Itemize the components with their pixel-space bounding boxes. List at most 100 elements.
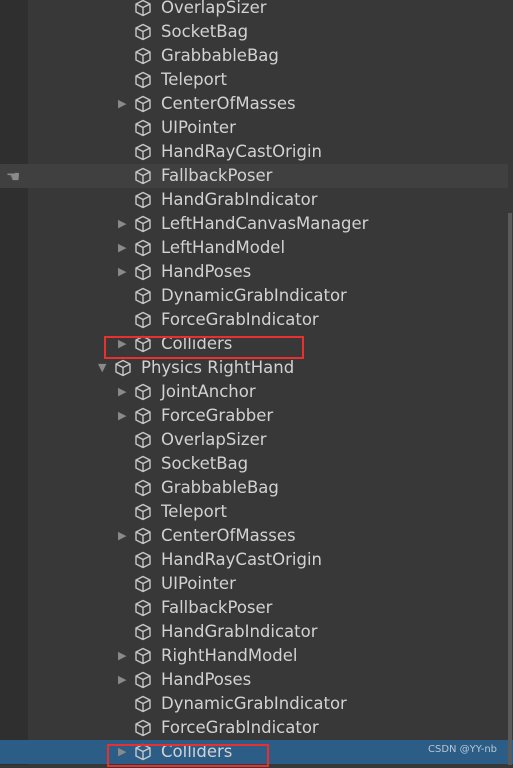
cube-icon	[134, 311, 152, 329]
tree-item[interactable]: HandGrabIndicator	[0, 620, 508, 644]
tree-item-label: FallbackPoser	[161, 166, 273, 185]
cube-icon	[134, 719, 152, 737]
tree-item-label: SocketBag	[161, 454, 249, 473]
tree-item-label: Teleport	[161, 502, 227, 521]
cube-icon	[134, 431, 152, 449]
tree-item-label: LeftHandCanvasManager	[161, 214, 369, 233]
cube-icon	[134, 71, 152, 89]
cube-icon	[114, 359, 132, 377]
expand-arrow-icon[interactable]: ▼	[98, 356, 106, 380]
collapse-arrow-icon[interactable]: ▶	[118, 212, 126, 236]
tree-item[interactable]: SocketBag	[0, 20, 508, 44]
tree-item-label: UIPointer	[161, 574, 236, 593]
tree-item[interactable]: Teleport	[0, 68, 508, 92]
cube-icon	[134, 23, 152, 41]
tree-item-label: HandGrabIndicator	[161, 190, 318, 209]
tree-item-label: DynamicGrabIndicator	[161, 286, 347, 305]
tree-item-label: Teleport	[161, 70, 227, 89]
cube-icon	[134, 263, 152, 281]
cube-icon	[134, 479, 152, 497]
tree-item-label: UIPointer	[161, 118, 236, 137]
tree-item[interactable]: UIPointer	[0, 116, 508, 140]
tree-item[interactable]: HandRayCastOrigin	[0, 140, 508, 164]
tree-item[interactable]: UIPointer	[0, 572, 508, 596]
cube-icon	[134, 239, 152, 257]
tree-item[interactable]: ForceGrabIndicator	[0, 716, 508, 740]
tree-item-label: HandRayCastOrigin	[161, 550, 322, 569]
highlight-box	[107, 744, 269, 767]
tree-item-label: OverlapSizer	[161, 430, 267, 449]
cube-icon	[134, 647, 152, 665]
tree-item-label: ForceGrabIndicator	[161, 718, 319, 737]
cube-icon	[134, 575, 152, 593]
cube-icon	[134, 0, 152, 17]
tree-item[interactable]: OverlapSizer	[0, 428, 508, 452]
tree-item-label: Physics RightHand	[141, 358, 295, 377]
tree-item-label: GrabbableBag	[161, 46, 279, 65]
tree-item[interactable]: DynamicGrabIndicator	[0, 692, 508, 716]
cube-icon	[134, 623, 152, 641]
scrollbar[interactable]	[508, 213, 512, 765]
collapse-arrow-icon[interactable]: ▶	[118, 524, 126, 548]
tree-item-label: DynamicGrabIndicator	[161, 694, 347, 713]
highlight-box	[104, 336, 304, 359]
tree-item-label: HandRayCastOrigin	[161, 142, 322, 161]
collapse-arrow-icon[interactable]: ▶	[118, 380, 126, 404]
cube-icon	[134, 671, 152, 689]
tree-item[interactable]: OverlapSizer	[0, 0, 508, 20]
cube-icon	[134, 503, 152, 521]
tree-item[interactable]: GrabbableBag	[0, 476, 508, 500]
collapse-arrow-icon[interactable]: ▶	[118, 404, 126, 428]
tree-item[interactable]: HandRayCastOrigin	[0, 548, 508, 572]
tree-item[interactable]: ▶ HandPoses	[0, 260, 508, 284]
tree-item-label: HandPoses	[161, 262, 252, 281]
collapse-arrow-icon[interactable]: ▶	[118, 236, 126, 260]
cube-icon	[134, 599, 152, 617]
cube-icon	[134, 191, 152, 209]
tree-item-label: LeftHandModel	[161, 238, 286, 257]
tree-item[interactable]: ▼ Physics RightHand	[0, 356, 508, 380]
cube-icon	[134, 143, 152, 161]
tree-item-label: ForceGrabber	[161, 406, 274, 425]
cube-icon	[134, 287, 152, 305]
tree-item-label: GrabbableBag	[161, 478, 279, 497]
tree-item-label: RightHandModel	[161, 646, 298, 665]
tree-item-label: CenterOfMasses	[161, 94, 296, 113]
collapse-arrow-icon[interactable]: ▶	[118, 668, 126, 692]
tree-item[interactable]: Teleport	[0, 500, 508, 524]
tree-item[interactable]: ▶ CenterOfMasses	[0, 92, 508, 116]
tree-item[interactable]: SocketBag	[0, 452, 508, 476]
tree-item[interactable]: DynamicGrabIndicator	[0, 284, 508, 308]
tree-item-label: FallbackPoser	[161, 598, 273, 617]
cube-icon	[134, 695, 152, 713]
cube-icon	[134, 119, 152, 137]
tree-item[interactable]: ▶ ForceGrabber	[0, 404, 508, 428]
tree-item-label: HandGrabIndicator	[161, 622, 318, 641]
tree-item[interactable]: GrabbableBag	[0, 44, 508, 68]
tree-item[interactable]: FallbackPoser	[0, 164, 508, 188]
tree-item-label: OverlapSizer	[161, 0, 267, 17]
tree-item-label: SocketBag	[161, 22, 249, 41]
tree-item[interactable]: ▶ CenterOfMasses	[0, 524, 508, 548]
hand-pointer-icon[interactable]: ☚	[6, 167, 20, 186]
tree-item-label: CenterOfMasses	[161, 526, 296, 545]
cube-icon	[134, 215, 152, 233]
cube-icon	[134, 551, 152, 569]
tree-item[interactable]: ▶ JointAnchor	[0, 380, 508, 404]
tree-item[interactable]: ▶ RightHandModel	[0, 644, 508, 668]
tree-item[interactable]: ▶ LeftHandCanvasManager	[0, 212, 508, 236]
cube-icon	[134, 455, 152, 473]
cube-icon	[134, 47, 152, 65]
cube-icon	[134, 95, 152, 113]
cube-icon	[134, 167, 152, 185]
collapse-arrow-icon[interactable]: ▶	[118, 260, 126, 284]
tree-item-label: JointAnchor	[161, 382, 256, 401]
tree-item[interactable]: FallbackPoser	[0, 596, 508, 620]
tree-item[interactable]: ▶ HandPoses	[0, 668, 508, 692]
tree-item[interactable]: ▶ LeftHandModel	[0, 236, 508, 260]
tree-item[interactable]: HandGrabIndicator	[0, 188, 508, 212]
tree-item-label: HandPoses	[161, 670, 252, 689]
collapse-arrow-icon[interactable]: ▶	[118, 92, 126, 116]
tree-item[interactable]: ForceGrabIndicator	[0, 308, 508, 332]
collapse-arrow-icon[interactable]: ▶	[118, 644, 126, 668]
